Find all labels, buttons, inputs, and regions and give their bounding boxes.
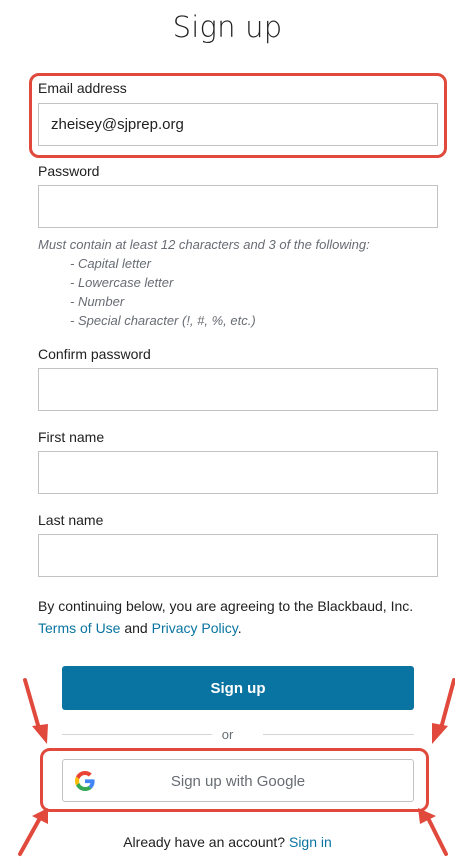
privacy-policy-link[interactable]: Privacy Policy xyxy=(152,620,238,636)
terms-notice: By continuing below, you are agreeing to… xyxy=(38,595,443,639)
google-sign-up-button[interactable]: Sign up with Google xyxy=(62,759,414,802)
google-sign-up-label: Sign up with Google xyxy=(170,773,306,790)
password-rule-list: - Capital letter - Lowercase letter - Nu… xyxy=(38,254,370,330)
sign-up-button[interactable]: Sign up xyxy=(62,666,414,710)
password-hint: Must contain at least 12 characters and … xyxy=(38,237,370,252)
sign-in-prompt: Already have an account? Sign in xyxy=(0,834,455,850)
terms-prefix: By continuing below, you are agreeing to… xyxy=(38,598,414,614)
password-rule: - Number xyxy=(70,294,125,309)
last-name-label: Last name xyxy=(38,512,104,528)
page-title: Sign up xyxy=(172,10,283,44)
last-name-field[interactable] xyxy=(38,534,438,577)
password-rule: - Capital letter xyxy=(70,256,151,271)
first-name-field[interactable] xyxy=(38,451,438,494)
first-name-label: First name xyxy=(38,429,105,445)
email-field[interactable] xyxy=(38,103,438,146)
terms-and: and xyxy=(124,620,148,636)
password-rule: - Special character (!, #, %, etc.) xyxy=(70,313,256,328)
terms-suffix: . xyxy=(237,620,242,636)
password-field[interactable] xyxy=(38,185,438,228)
password-requirements: Must contain at least 12 characters and … xyxy=(38,235,370,330)
arrow-icon xyxy=(23,678,48,744)
terms-of-use-link[interactable]: Terms of Use xyxy=(38,620,120,636)
confirm-password-field[interactable] xyxy=(38,368,438,411)
sign-in-prompt-text: Already have an account? xyxy=(123,834,286,850)
sign-in-link[interactable]: Sign in xyxy=(289,834,332,850)
email-label: Email address xyxy=(38,80,127,96)
password-label: Password xyxy=(38,163,100,179)
arrow-icon xyxy=(432,678,455,744)
confirm-password-label: Confirm password xyxy=(38,346,151,362)
divider-line-right xyxy=(263,734,414,735)
password-rule: - Lowercase letter xyxy=(70,275,174,290)
